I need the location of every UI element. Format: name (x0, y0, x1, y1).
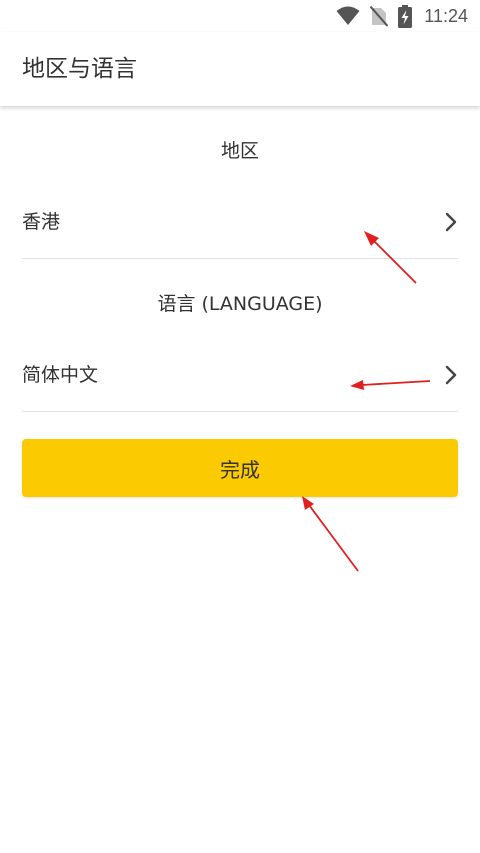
language-row[interactable]: 简体中文 (22, 340, 458, 412)
region-value: 香港 (22, 211, 61, 233)
no-sim-icon (370, 5, 389, 27)
app-bar: 地区与语言 (0, 32, 480, 106)
region-heading: 地区 (220, 140, 259, 162)
annotation-arrow-done (302, 496, 359, 572)
annotation-arrows (302, 231, 431, 572)
language-heading: 语言 (LANGUAGE) (157, 293, 323, 315)
region-row[interactable]: 香港 (22, 187, 458, 259)
status-time: 11:24 (424, 5, 468, 26)
page-title: 地区与语言 (22, 56, 137, 82)
status-icons: 11:24 (336, 4, 468, 28)
battery-charging-icon (398, 4, 413, 28)
status-bar: 11:24 (0, 0, 480, 32)
region-language-screen: 11:24 地区与语言 地区 香港 语言 (LANGUAGE) 简体中文 完成 (0, 0, 480, 853)
chevron-right-icon (445, 365, 457, 385)
done-button[interactable]: 完成 (22, 439, 458, 497)
chevron-right-icon (445, 212, 457, 232)
language-value: 简体中文 (22, 364, 99, 386)
wifi-icon (336, 6, 360, 25)
